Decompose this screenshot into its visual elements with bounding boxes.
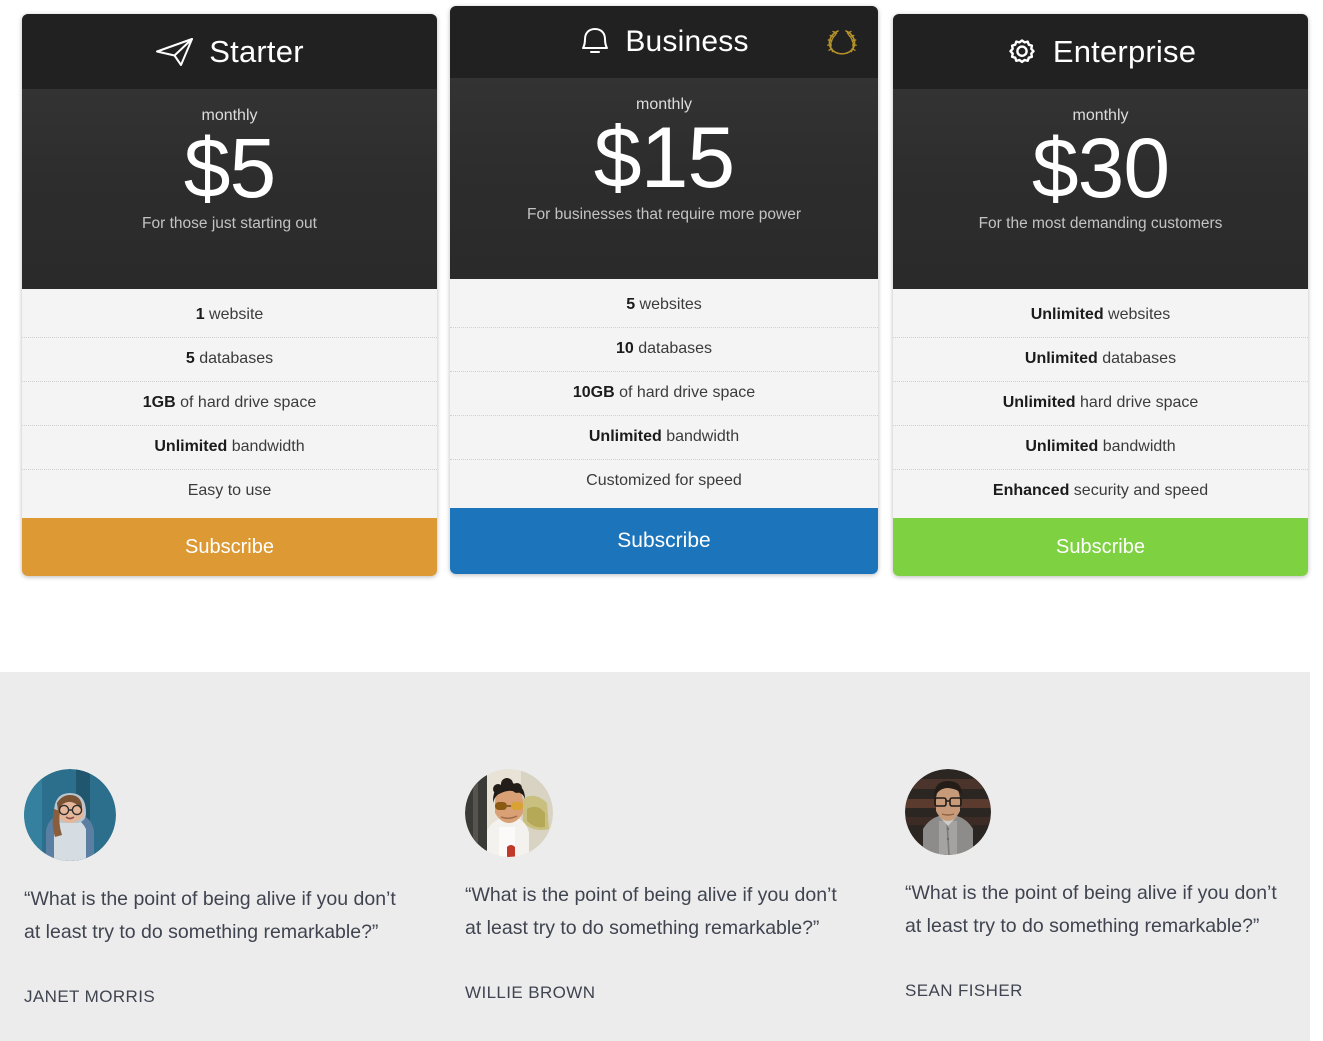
- testimonial-quote: “What is the point of being alive if you…: [905, 882, 1277, 937]
- plan-title: Business: [625, 25, 749, 58]
- testimonial-item: “What is the point of being alive if you…: [24, 769, 424, 1007]
- subscribe-button-business[interactable]: Subscribe: [450, 508, 878, 574]
- paper-plane-icon: [155, 36, 195, 68]
- gear-icon: [1005, 35, 1039, 69]
- feature-item: Easy to use: [22, 469, 437, 518]
- card-price-block-enterprise: monthly $30 For the most demanding custo…: [893, 89, 1308, 289]
- laurel-wreath-icon: [824, 27, 860, 57]
- feature-item: Unlimited bandwidth: [450, 415, 878, 459]
- feature-value: Unlimited: [1025, 438, 1099, 455]
- feature-item: Customized for speed: [450, 459, 878, 508]
- testimonial-author: JANET MORRIS: [24, 986, 156, 1006]
- feature-value: 10: [615, 340, 634, 357]
- avatar: [465, 769, 553, 857]
- testimonial-quote: “What is the point of being alive if you…: [465, 884, 837, 939]
- feature-item: 5 databases: [22, 337, 437, 381]
- pricing-section: Starter monthly $5 For those just starti…: [0, 0, 1310, 672]
- feature-item: 10GB of hard drive space: [450, 371, 878, 415]
- feature-value: Unlimited: [1030, 306, 1104, 323]
- card-header-starter: Starter: [22, 14, 437, 89]
- price-description: For those just starting out: [142, 215, 317, 233]
- feature-item: 1 website: [195, 306, 264, 323]
- feature-value: 1GB: [142, 394, 176, 411]
- feature-value: Enhanced: [992, 482, 1070, 499]
- card-price-block-business: monthly $15 For businesses that require …: [450, 78, 878, 279]
- feature-item: Unlimited hard drive space: [893, 381, 1308, 425]
- plan-title: Enterprise: [1052, 33, 1197, 69]
- plan-title: Starter: [209, 33, 304, 69]
- bell-icon: [579, 25, 611, 59]
- testimonial-item: “What is the point of being alive if you…: [465, 769, 865, 1003]
- avatar: [905, 769, 991, 855]
- testimonial-item: “What is the point of being alive if you…: [905, 769, 1305, 1001]
- feature-item: Enhanced security and speed: [893, 469, 1308, 518]
- price-description: For the most demanding customers: [978, 215, 1223, 233]
- feature-value: 5: [626, 296, 636, 313]
- testimonials-section: “What is the point of being alive if you…: [0, 672, 1310, 1041]
- feature-value: 10GB: [572, 384, 615, 401]
- feature-list-business: 5 websites 10 databases 10GB of hard drive…: [450, 279, 878, 508]
- feature-item: 5 websites: [626, 296, 702, 313]
- testimonial-author: WILLIE BROWN: [465, 982, 596, 1002]
- card-price-block-starter: monthly $5 For those just starting out: [22, 89, 437, 289]
- testimonial-author: SEAN FISHER: [905, 980, 1023, 1000]
- avatar: [24, 769, 116, 861]
- feature-value: Unlimited: [154, 438, 228, 455]
- card-header-business: Business: [450, 6, 878, 78]
- pricing-page: Starter monthly $5 For those just starti…: [0, 0, 1323, 1041]
- pricing-card-business[interactable]: Business monthly $15 For businesses that…: [450, 6, 878, 574]
- subscribe-button-enterprise[interactable]: Subscribe: [893, 518, 1308, 576]
- card-header-enterprise: Enterprise: [893, 14, 1308, 89]
- pricing-card-enterprise[interactable]: Enterprise monthly $30 For the most dema…: [893, 14, 1308, 576]
- feature-item: Unlimited bandwidth: [893, 425, 1308, 469]
- feature-value: Unlimited: [1024, 350, 1098, 367]
- feature-item: Unlimited websites: [1030, 306, 1171, 323]
- feature-item: 10 databases: [450, 327, 878, 371]
- feature-value: 1: [195, 306, 205, 323]
- feature-list-starter: 1 website 5 databases 1GB of hard drive sp…: [22, 289, 437, 518]
- feature-item: 1GB of hard drive space: [22, 381, 437, 425]
- pricing-card-starter[interactable]: Starter monthly $5 For those just starti…: [22, 14, 437, 576]
- price-amount: $30: [1031, 121, 1170, 215]
- price-amount: $15: [593, 110, 736, 206]
- feature-item: Unlimited bandwidth: [22, 425, 437, 469]
- subscribe-button-starter[interactable]: Subscribe: [22, 518, 437, 576]
- testimonial-quote: “What is the point of being alive if you…: [24, 888, 396, 943]
- feature-item: Unlimited databases: [893, 337, 1308, 381]
- price-amount: $5: [183, 121, 276, 215]
- feature-value: 5: [185, 350, 195, 367]
- feature-list-enterprise: Unlimited websites Unlimited databases Unl…: [893, 289, 1308, 518]
- price-description: For businesses that require more power: [527, 206, 801, 224]
- feature-value: Unlimited: [588, 428, 662, 445]
- feature-value: Unlimited: [1002, 394, 1076, 411]
